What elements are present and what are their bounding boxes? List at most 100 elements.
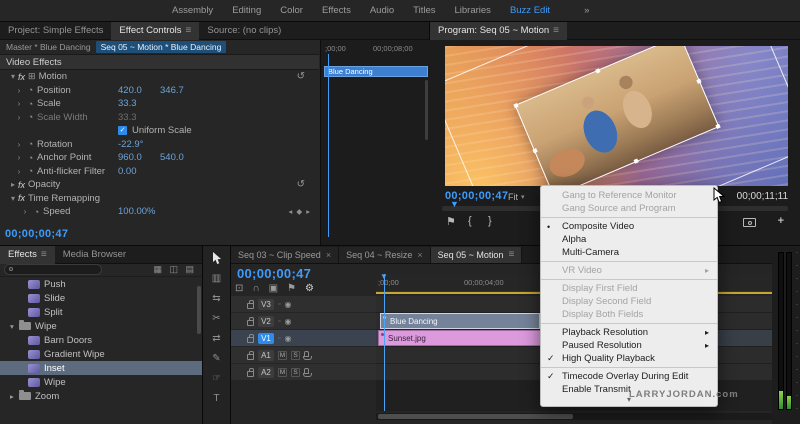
mini-timeline-clip[interactable]: Blue Dancing	[324, 66, 428, 77]
anchor-x-value[interactable]: 960.0	[118, 152, 142, 163]
workspace-tab-libraries[interactable]: Libraries	[455, 5, 491, 16]
position-x-value[interactable]: 420.0	[118, 85, 142, 96]
scale-value[interactable]: 33.3	[118, 98, 137, 109]
close-icon[interactable]: ×	[417, 250, 422, 260]
panel-menu-icon[interactable]: ≡	[553, 25, 559, 36]
effects-scrollbar[interactable]	[197, 286, 201, 334]
mini-scrollbar[interactable]	[425, 80, 428, 140]
mute-button[interactable]: M	[278, 350, 287, 360]
twirl-icon[interactable]: ▸	[10, 392, 19, 401]
scrollbar-thumb[interactable]	[378, 414, 573, 419]
tab-effect-controls[interactable]: Effect Controls ≡	[111, 21, 200, 40]
workspace-overflow-icon[interactable]: »	[584, 5, 589, 16]
sequence-clip-tab[interactable]: Seq 05 ~ Motion * Blue Dancing	[95, 41, 227, 53]
sync-lock-icon[interactable]: ▫	[278, 301, 280, 308]
twirl-icon[interactable]: ▾	[8, 194, 18, 203]
menu-item-alpha[interactable]: Alpha	[541, 233, 717, 246]
stopwatch-icon[interactable]: ◔	[30, 207, 43, 217]
rotation-value[interactable]: -22.9°	[118, 139, 143, 150]
panel-menu-icon[interactable]: ≡	[508, 249, 514, 260]
selection-tool[interactable]	[209, 252, 225, 265]
effect-row-motion[interactable]: ▾ fx ⊞ Motion ↺	[0, 70, 319, 84]
stopwatch-icon[interactable]: ◔	[24, 99, 37, 109]
timeline-tab-seq05[interactable]: Seq 05 ~ Motion ≡	[430, 246, 523, 263]
effects-folder-wipe[interactable]: ▾ Wipe	[0, 319, 202, 333]
track-output-eye-icon[interactable]: ◉	[284, 300, 291, 309]
reset-effect-icon[interactable]: ↺	[297, 179, 305, 190]
master-clip-tab[interactable]: Master * Blue Dancing	[0, 42, 91, 52]
effect-item-push[interactable]: Push	[0, 277, 202, 291]
menu-item-composite-video[interactable]: • Composite Video	[541, 220, 717, 233]
voiceover-mic-icon[interactable]	[303, 368, 312, 377]
panel-menu-icon[interactable]: ≡	[186, 25, 192, 36]
effect-item-slide[interactable]: Slide	[0, 291, 202, 305]
twirl-icon[interactable]: ›	[14, 86, 24, 95]
yuv-filter-icon[interactable]: ▤	[185, 264, 194, 275]
reset-effect-icon[interactable]: ↺	[297, 71, 305, 82]
speed-value[interactable]: 100.00%	[118, 206, 156, 217]
effect-controls-timecode[interactable]: 00;00;00;47	[5, 228, 68, 240]
transform-handle[interactable]	[594, 68, 600, 74]
add-marker-icon[interactable]: ⚑	[287, 283, 296, 294]
track-target-v2[interactable]: V2	[258, 315, 274, 327]
transform-handle[interactable]	[695, 78, 702, 84]
twirl-icon[interactable]: ▾	[8, 72, 18, 81]
twirl-icon[interactable]: ›	[14, 99, 24, 108]
timeline-tab-seq03[interactable]: Seq 03 ~ Clip Speed ×	[231, 246, 340, 263]
fx-badge-icon[interactable]: fx	[18, 72, 25, 82]
button-editor-plus[interactable]: +	[778, 215, 784, 227]
solo-button[interactable]: S	[291, 350, 300, 360]
menu-item-multi-camera[interactable]: Multi-Camera	[541, 246, 717, 259]
effect-controls-mini-timeline[interactable]: ;00;00 00;00;08;00 Blue Dancing	[320, 40, 430, 245]
twirl-icon[interactable]: ›	[14, 167, 24, 176]
pen-tool[interactable]: ✎	[209, 352, 225, 365]
effect-row-time-remapping[interactable]: ▾ fx Time Remapping	[0, 192, 319, 206]
workspace-tab-editing[interactable]: Editing	[232, 5, 261, 16]
anti-flicker-value[interactable]: 0.00	[118, 166, 137, 177]
effect-item-barn-doors[interactable]: Barn Doors	[0, 333, 202, 347]
track-select-forward-tool[interactable]: ▥	[209, 272, 225, 285]
twirl-icon[interactable]: ›	[20, 207, 30, 216]
effect-row-opacity[interactable]: ▸ fx Opacity ↺	[0, 178, 319, 192]
stopwatch-icon[interactable]: ◔	[24, 85, 37, 95]
mark-out-button[interactable]: }	[488, 215, 492, 227]
tab-program[interactable]: Program: Seq 05 ~ Motion ≡	[430, 21, 568, 40]
effect-item-gradient-wipe[interactable]: Gradient Wipe	[0, 347, 202, 361]
effect-item-split[interactable]: Split	[0, 305, 202, 319]
workspace-tab-titles[interactable]: Titles	[413, 5, 435, 16]
tab-media-browser[interactable]: Media Browser	[55, 246, 134, 264]
sync-lock-icon[interactable]: ▫	[278, 318, 280, 325]
timeline-tab-seq04[interactable]: Seq 04 ~ Resize ×	[339, 246, 431, 263]
tab-source[interactable]: Source: (no clips)	[199, 22, 289, 40]
timeline-horizontal-scrollbar[interactable]	[376, 413, 772, 420]
snap-icon[interactable]: ∩	[252, 283, 259, 294]
effect-item-inset[interactable]: Inset	[0, 361, 202, 375]
menu-item-playback-resolution[interactable]: Playback Resolution ▸	[541, 326, 717, 339]
clip-blue-dancing[interactable]: Blue Dancing	[380, 313, 540, 329]
voiceover-mic-icon[interactable]	[303, 351, 312, 360]
stopwatch-icon[interactable]: ◔	[24, 166, 37, 176]
uniform-scale-checkbox[interactable]: ✓	[118, 126, 127, 136]
anchor-y-value[interactable]: 540.0	[160, 152, 184, 163]
timeline-settings-wrench-icon[interactable]: ⚙	[305, 283, 314, 294]
tab-project[interactable]: Project: Simple Effects	[0, 22, 111, 40]
razor-tool[interactable]: ✂	[209, 312, 225, 325]
effects-folder-zoom[interactable]: ▸ Zoom	[0, 389, 202, 403]
linked-selection-icon[interactable]: ▣	[269, 283, 278, 294]
mini-playhead[interactable]	[328, 54, 329, 237]
nest-sequence-icon[interactable]: ⊡	[235, 283, 243, 294]
scrubber-playhead-icon[interactable]: ▼	[450, 199, 459, 209]
slip-tool[interactable]: ⇄	[209, 332, 225, 345]
mark-in-button[interactable]: {	[468, 215, 472, 227]
track-target-a2[interactable]: A2	[258, 366, 274, 378]
workspace-tab-assembly[interactable]: Assembly	[172, 5, 213, 16]
stopwatch-icon[interactable]: ◔	[24, 139, 37, 149]
hand-tool[interactable]: ☞	[209, 372, 225, 385]
workspace-tab-color[interactable]: Color	[280, 5, 303, 16]
track-target-a1[interactable]: A1	[258, 349, 274, 361]
lock-icon[interactable]	[247, 299, 254, 309]
add-marker-button[interactable]: ⚑	[446, 215, 456, 228]
tab-effects[interactable]: Effects ≡	[0, 245, 55, 264]
menu-item-timecode-overlay-during-edit[interactable]: ✓ Timecode Overlay During Edit	[541, 370, 717, 383]
program-video-viewport[interactable]	[445, 46, 788, 186]
